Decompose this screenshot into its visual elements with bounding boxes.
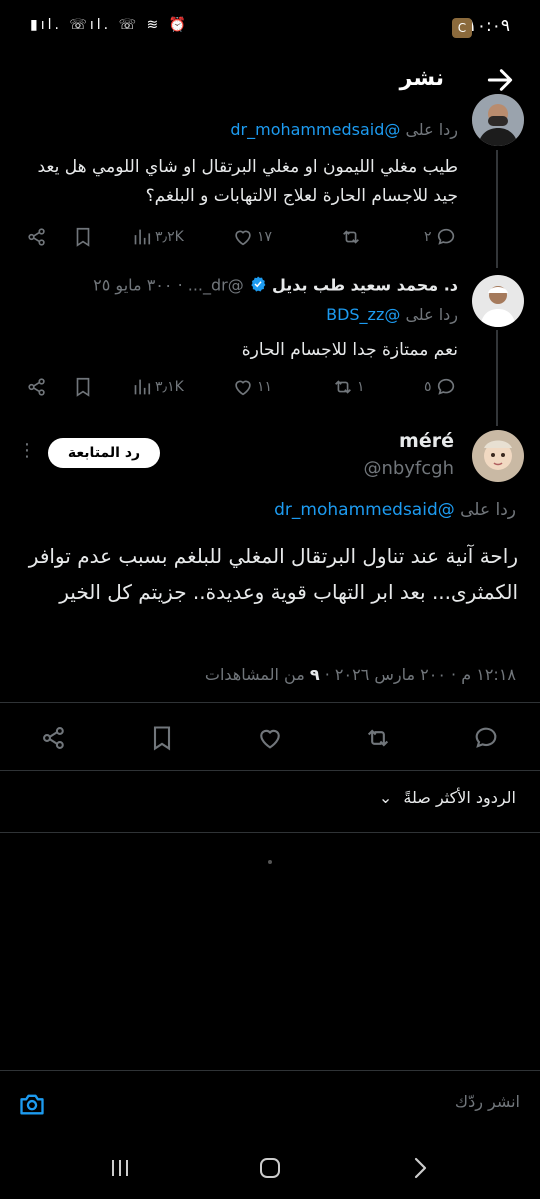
reply-prefix: ردا على	[405, 305, 458, 324]
author-handle[interactable]: @dr_...	[188, 276, 244, 295]
share-icon	[43, 727, 64, 749]
like-button[interactable]	[256, 724, 284, 752]
reply-prefix: ردا على	[405, 120, 458, 139]
sort-label: الردود الأكثر صلةً	[403, 788, 516, 807]
share-button[interactable]	[40, 724, 68, 752]
reply-handle-link[interactable]: @dr_mohammedsaid	[274, 500, 455, 520]
share-button[interactable]	[26, 222, 48, 252]
reply-icon	[475, 727, 497, 748]
views-label: من المشاهدات	[204, 665, 305, 684]
meta-separator: ·	[451, 665, 457, 684]
bookmark-icon	[76, 377, 90, 397]
share-button[interactable]	[26, 372, 48, 402]
reply-to-line: ردا على @dr_mohammedsaid	[230, 120, 458, 139]
retweets-count: ١	[357, 379, 365, 395]
author-name[interactable]: د. محمد سعيد طب بديل	[272, 276, 458, 295]
system-status-icons: ▮ıl. ☏ıl. ☏ ≋ ⏰	[30, 17, 190, 33]
main-tweet-text: راحة آنية عند تناول البرتقال المغلي للبل…	[28, 544, 518, 604]
views-button[interactable]: ٣٫١K	[130, 372, 184, 402]
bookmark-button[interactable]	[72, 372, 94, 402]
loading-indicator	[268, 860, 272, 864]
camera-icon[interactable]	[18, 1090, 46, 1118]
share-icon	[28, 228, 45, 246]
reply-input[interactable]: انشر ردّك	[455, 1092, 520, 1111]
tweet-time: ١٢:١٨ م	[461, 665, 516, 684]
tweet-meta: ١٢:١٨ م · ٢٠٠ مارس ٢٠٢٦ · ٩ من المشاهدات	[205, 665, 516, 684]
clock: ١٠:٠٩	[467, 16, 510, 36]
analytics-icon	[134, 229, 151, 245]
replies-count: ٢	[424, 229, 432, 245]
reply-to-line: ردا على @BDS_zz	[326, 305, 458, 324]
reply-composer: انشر ردّك	[0, 1070, 540, 1136]
heart-icon	[235, 230, 251, 246]
retweet-button[interactable]: ١	[332, 372, 365, 402]
bookmark-button[interactable]	[72, 222, 94, 252]
likes-count: ١١	[257, 379, 273, 395]
retweet-icon	[343, 230, 359, 244]
divider	[0, 832, 540, 833]
reply-icon	[437, 378, 454, 395]
reply-to-line: ردا على @dr_mohammedsaid	[274, 500, 516, 520]
analytics-icon	[134, 379, 151, 395]
system-nav-bar	[0, 1136, 540, 1199]
heart-icon	[235, 380, 251, 396]
meta-separator: ·	[324, 665, 330, 684]
tweet-date: ٢٠٠ مارس ٢٠٢٦	[334, 665, 446, 684]
status-bar: ١٠:٠٩ C ▮ıl. ☏ıl. ☏ ≋ ⏰	[0, 0, 540, 58]
views-count: ٩	[309, 665, 320, 684]
tweet-header: د. محمد سعيد طب بديل @dr_... · ٣٠٠ مايو …	[93, 275, 458, 297]
retweet-icon	[367, 729, 389, 747]
tweet-actions: ٣٫١K ١١ ١ ٥	[22, 372, 458, 402]
avatar[interactable]	[472, 94, 524, 146]
more-options-icon[interactable]: ⋮	[18, 440, 36, 461]
main-tweet-actions	[0, 722, 540, 758]
like-button[interactable]: ١١	[232, 372, 272, 402]
likes-count: ١٧	[257, 229, 273, 245]
share-icon	[28, 378, 45, 396]
app-notification-icon: C	[452, 18, 472, 38]
reply-prefix: ردا على	[460, 500, 516, 520]
reply-button[interactable]: ٥	[424, 372, 457, 402]
chevron-down-icon: ⌄	[378, 788, 393, 807]
reply-handle-link[interactable]: @BDS_zz	[326, 305, 400, 324]
author-handle[interactable]: @nbyfcgh	[363, 458, 454, 479]
bookmark-icon	[76, 227, 90, 247]
verified-badge-icon	[249, 275, 267, 297]
retweet-button[interactable]	[364, 724, 392, 752]
retweet-icon	[335, 380, 351, 394]
reply-handle-link[interactable]: @dr_mohammedsaid	[230, 120, 400, 139]
views-count: ٣٫١K	[155, 379, 184, 395]
arrow-right-icon[interactable]	[484, 64, 516, 96]
tweet-date: ٣٠٠ مايو ٢٥	[93, 275, 173, 295]
views-count: ٣٫٢K	[155, 229, 184, 245]
tweet-actions: ٣٫٢K ١٧ ٢	[22, 222, 458, 252]
home-icon[interactable]	[256, 1154, 284, 1182]
avatar[interactable]	[472, 275, 524, 327]
bookmark-button[interactable]	[148, 724, 176, 752]
tweet-text: طيب مغلي الليمون او مغلي البرتقال او شاي…	[37, 157, 458, 206]
tweet-text: نعم ممتازة جدا للاجسام الحارة	[241, 340, 458, 360]
replies-count: ٥	[424, 379, 432, 395]
divider	[0, 702, 540, 703]
reply-button[interactable]	[472, 724, 500, 752]
reply-icon	[437, 228, 454, 245]
thread-connector	[496, 150, 498, 268]
thread-connector	[496, 330, 498, 426]
page-title: نشر	[399, 66, 444, 91]
date-separator: ·	[177, 275, 183, 295]
like-button[interactable]: ١٧	[232, 222, 272, 252]
author-name[interactable]: méré	[399, 430, 454, 452]
reply-sort-dropdown[interactable]: الردود الأكثر صلةً ⌄	[379, 788, 516, 807]
follow-back-button[interactable]: رد المتابعة	[48, 438, 160, 468]
views-button[interactable]: ٣٫٢K	[130, 222, 184, 252]
header: نشر	[0, 58, 540, 108]
heart-icon	[260, 729, 280, 749]
bookmark-icon	[153, 726, 171, 751]
retweet-button[interactable]	[340, 222, 365, 252]
reply-button[interactable]: ٢	[424, 222, 457, 252]
recent-apps-icon[interactable]	[106, 1154, 134, 1182]
back-icon[interactable]	[406, 1154, 434, 1182]
divider	[0, 770, 540, 771]
avatar[interactable]	[472, 430, 524, 482]
